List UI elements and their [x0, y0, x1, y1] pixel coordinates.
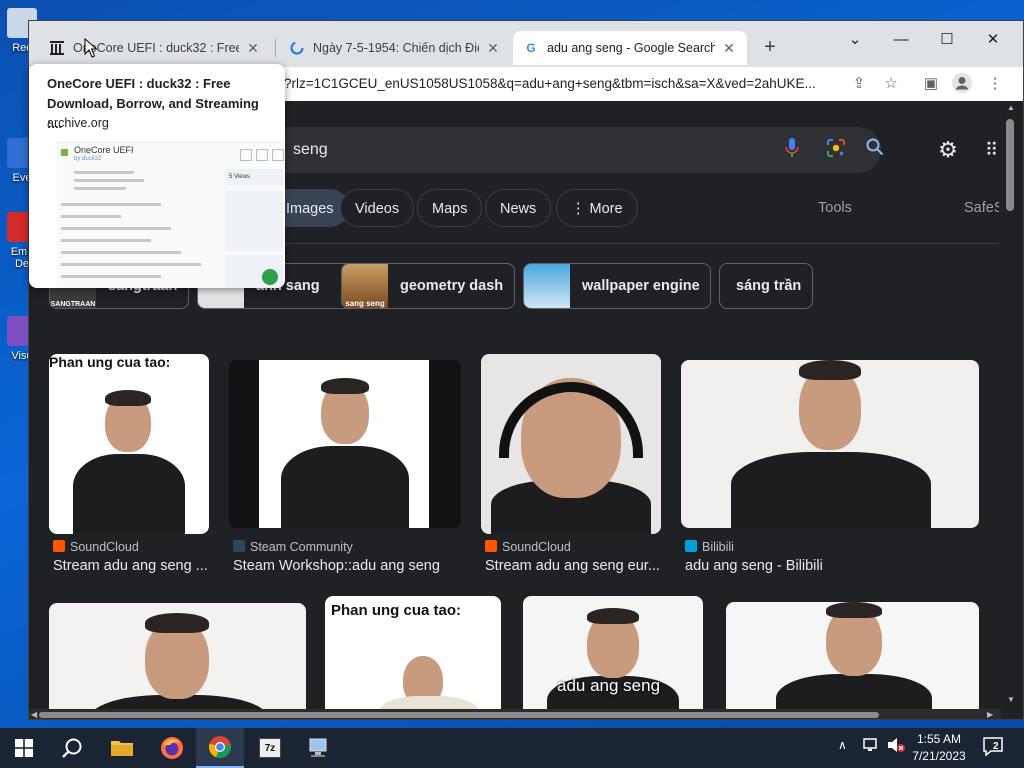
google-icon: G — [526, 41, 536, 55]
taskbar: 7z ∧ 1:55 AM 7/21/2023 2 — [0, 728, 1024, 768]
steam-icon — [233, 540, 245, 552]
start-button[interactable] — [0, 728, 48, 768]
tab-separator — [275, 39, 276, 57]
result-photo — [731, 452, 931, 528]
image-result[interactable] — [229, 360, 461, 528]
tab-onecore-uefi[interactable]: OneCore UEFI : duck32 : Free Do ✕ — [39, 31, 271, 65]
result-source[interactable]: Bilibili — [685, 540, 734, 554]
archive-icon — [49, 40, 65, 56]
address-bar[interactable]: ?rlz=1C1GCEU_enUS1058US1058&q=adu+ang+se… — [284, 69, 834, 99]
minimize-icon[interactable]: — — [879, 25, 923, 55]
image-result[interactable]: Phan ung cua tao: — [325, 596, 501, 709]
scroll-left-icon[interactable]: ◀ — [31, 710, 37, 719]
7zip-icon[interactable]: 7z — [246, 728, 294, 768]
mouse-cursor-icon — [84, 38, 98, 58]
image-result[interactable] — [681, 360, 979, 528]
tab-search-chevron-icon[interactable]: ⌄ — [833, 25, 877, 55]
loading-spinner-icon — [289, 40, 305, 56]
lens-icon[interactable] — [824, 138, 848, 162]
result-photo — [776, 674, 932, 709]
settings-gear-icon[interactable]: ⚙ — [935, 137, 961, 163]
google-apps-icon[interactable]: ⠿ — [985, 137, 999, 163]
clock-date: 7/21/2023 — [912, 749, 966, 763]
tab-maps[interactable]: Maps — [417, 189, 483, 227]
search-query[interactable]: seng — [293, 127, 328, 173]
hover-card-domain: archive.org — [47, 116, 109, 130]
file-explorer-icon[interactable] — [98, 728, 146, 768]
image-result[interactable] — [726, 602, 979, 709]
show-hidden-icons-chevron-icon[interactable]: ∧ — [838, 738, 847, 768]
action-center-icon[interactable]: 2 — [982, 736, 1008, 760]
notification-count: 2 — [993, 741, 999, 752]
result-source[interactable]: Steam Community — [233, 540, 353, 554]
suggestion-wallpaper-engine[interactable]: wallpaper engine — [523, 263, 711, 309]
preview-badge-icon — [262, 269, 278, 285]
result-title[interactable]: Stream adu ang seng eur... — [485, 558, 661, 574]
tab-news[interactable]: News — [485, 189, 552, 227]
chrome-taskbar-icon[interactable] — [196, 728, 244, 768]
taskbar-search-icon[interactable] — [48, 728, 96, 768]
close-window-icon[interactable]: ✕ — [971, 25, 1015, 55]
close-tab-icon[interactable]: ✕ — [485, 40, 501, 57]
scroll-down-icon[interactable]: ▼ — [1007, 695, 1015, 704]
bilibili-icon — [685, 540, 697, 552]
preview-logo-icon — [61, 149, 68, 156]
system-clock[interactable]: 1:55 AM 7/21/2023 — [908, 731, 970, 765]
scroll-right-icon[interactable]: ▶ — [987, 710, 993, 719]
more-vertical-icon: ⋮ — [571, 201, 590, 217]
image-result[interactable]: Phan ung cua tao: — [49, 354, 209, 534]
network-computer-icon[interactable] — [294, 728, 342, 768]
headphones-shape — [499, 382, 643, 458]
horizontal-scroll-thumb[interactable] — [39, 712, 879, 718]
search-icon[interactable] — [863, 138, 887, 162]
result-source[interactable]: SoundCloud — [485, 540, 571, 554]
windows-logo-icon — [15, 739, 33, 757]
close-tab-icon[interactable]: ✕ — [721, 40, 737, 57]
soundcloud-icon — [53, 540, 65, 552]
suggestion-thumbnail: sang seng — [342, 264, 388, 308]
result-source[interactable]: SoundCloud — [53, 540, 139, 554]
microphone-icon[interactable] — [780, 138, 804, 162]
firefox-icon[interactable] — [148, 728, 196, 768]
clock-time: 1:55 AM — [916, 732, 962, 746]
suggestion-sang-tran[interactable]: sáng trần — [719, 263, 813, 309]
hover-card-preview: OneCore UEFI by duck32 5 Views — [57, 142, 285, 288]
vertical-scroll-thumb[interactable] — [1006, 119, 1014, 211]
volume-muted-icon[interactable] — [886, 736, 906, 768]
image-result[interactable]: adu ang seng — [523, 596, 703, 709]
tab-more[interactable]: ⋮ More — [556, 189, 638, 227]
soundcloud-icon — [485, 540, 497, 552]
suggestion-geometry-dash[interactable]: sang seng geometry dash — [341, 263, 515, 309]
result-photo — [73, 454, 185, 534]
result-title[interactable]: Steam Workshop::adu ang seng — [233, 558, 465, 574]
network-status-icon[interactable] — [862, 736, 880, 768]
chrome-menu-icon[interactable]: ⋮ — [983, 72, 1007, 96]
tab-strip: OneCore UEFI : duck32 : Free Do ✕ Ngày 7… — [29, 21, 1023, 67]
tab-dien-bien[interactable]: Ngày 7-5-1954: Chiến dịch Điện ✕ — [279, 31, 511, 65]
image-result[interactable] — [49, 603, 306, 709]
scroll-up-icon[interactable]: ▲ — [1007, 103, 1015, 112]
safesearch-button[interactable]: SafeS — [964, 189, 999, 227]
result-title[interactable]: Stream adu ang seng ... — [53, 558, 213, 574]
suggestion-thumbnail — [524, 264, 570, 308]
new-tab-button[interactable]: + — [757, 35, 783, 61]
maximize-icon[interactable]: ☐ — [925, 25, 969, 55]
tools-button[interactable]: Tools — [818, 189, 852, 227]
side-panel-icon[interactable]: ▣ — [919, 72, 943, 96]
result-title[interactable]: adu ang seng - Bilibili — [685, 558, 977, 574]
share-icon[interactable]: ⇪ — [847, 72, 871, 96]
horizontal-scrollbar[interactable]: ◀ ▶ — [29, 709, 1001, 719]
tab-videos[interactable]: Videos — [340, 189, 415, 227]
bookmark-star-icon[interactable]: ☆ — [879, 72, 903, 96]
tab-hover-card: OneCore UEFI : duck32 : Free Download, B… — [29, 64, 285, 288]
profile-avatar-icon[interactable] — [950, 72, 974, 96]
vertical-scrollbar[interactable]: ▲ ▼ — [1001, 101, 1023, 709]
tab-google-search[interactable]: G adu ang seng - Google Search ✕ — [513, 31, 747, 65]
image-result[interactable] — [481, 354, 661, 534]
close-tab-icon[interactable]: ✕ — [245, 40, 261, 57]
